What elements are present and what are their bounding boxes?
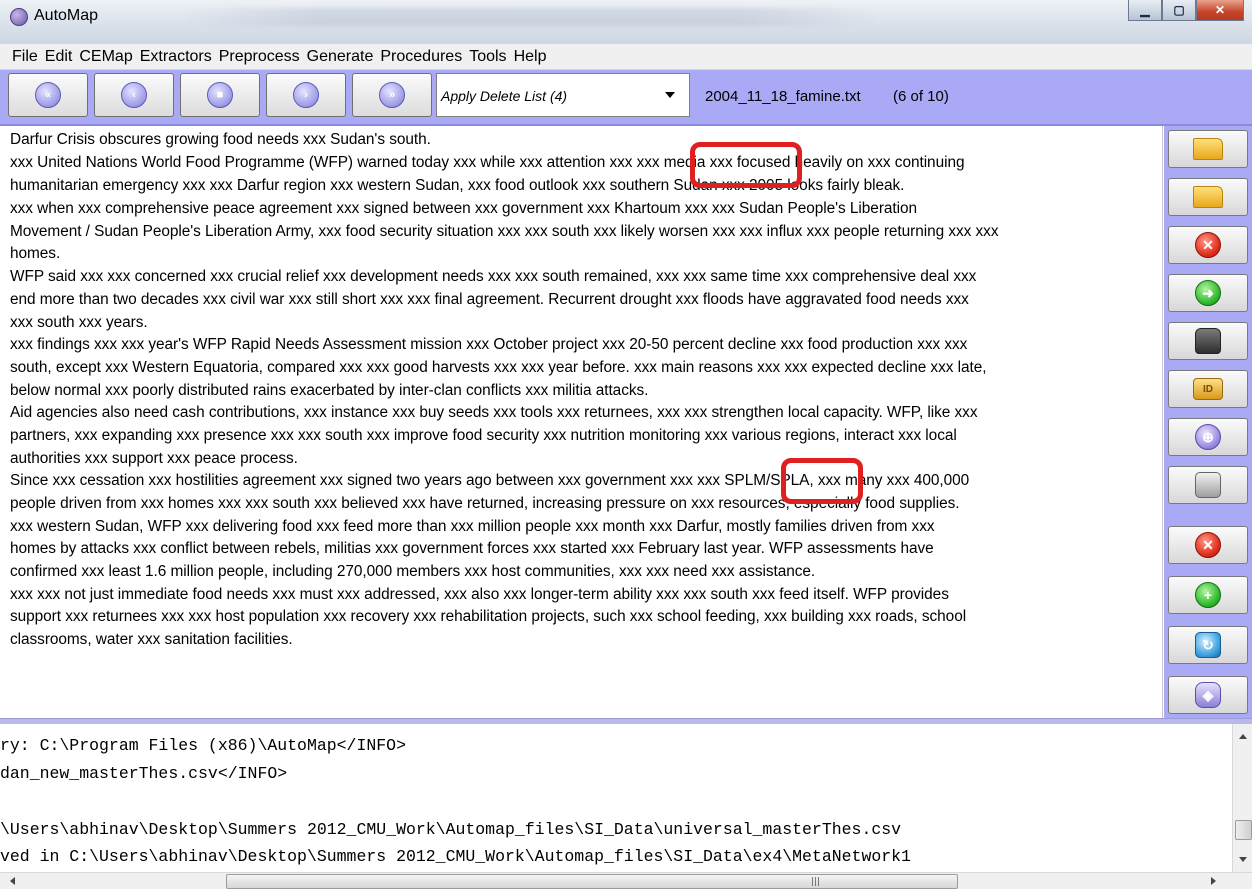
maximize-icon: ▢: [1173, 3, 1185, 17]
minimize-icon: ▁: [1140, 3, 1150, 17]
log-line: ry: C:\Program Files (x86)\AutoMap</INFO…: [0, 736, 406, 755]
network-button[interactable]: ⊕: [1168, 418, 1248, 456]
add-edit-button[interactable]: +: [1168, 576, 1248, 614]
app-icon: [10, 8, 28, 26]
last-document-button[interactable]: »: [352, 73, 432, 117]
first-document-button[interactable]: «: [8, 73, 88, 117]
menu-tools[interactable]: Tools: [469, 48, 506, 66]
log-line: ved in C:\Users\abhinav\Desktop\Summers …: [0, 847, 911, 866]
scroll-thumb[interactable]: |||: [226, 874, 958, 889]
menu-cemap[interactable]: CEMap: [79, 48, 132, 66]
menu-procedures[interactable]: Procedures: [380, 48, 462, 66]
highlight-annotation: [690, 142, 802, 188]
previous-document-button[interactable]: ‹: [94, 73, 174, 117]
document-line: xxx western Sudan, WFP xxx delivering fo…: [10, 518, 935, 535]
open-folder-button[interactable]: [1168, 130, 1248, 168]
id-badge-icon: ID: [1193, 378, 1223, 400]
document-line: xxx xxx not just immediate food needs xx…: [10, 586, 949, 603]
scroll-right-arrow-icon[interactable]: [1211, 877, 1216, 885]
refresh-button[interactable]: ↻: [1168, 626, 1248, 664]
toolbar: « ‹ ■ › » Apply Delete List (4) 2004_11_…: [0, 70, 1252, 126]
document-line: partners, xxx expanding xxx presence xxx…: [10, 427, 957, 444]
document-line: Darfur Crisis obscures growing food need…: [10, 131, 431, 148]
stop-icon: ■: [207, 82, 233, 108]
double-right-arrow-icon: »: [379, 82, 405, 108]
green-arrow-icon: ➜: [1195, 280, 1221, 306]
document-line: WFP said xxx xxx concerned xxx crucial r…: [10, 268, 977, 285]
close-icon: ✕: [1214, 3, 1226, 17]
highlight-annotation: [781, 458, 863, 504]
double-left-arrow-icon: «: [35, 82, 61, 108]
document-line: homes by attacks xxx conflict between re…: [10, 540, 934, 557]
delete-edit-button[interactable]: ✕: [1168, 526, 1248, 564]
stop-button[interactable]: ■: [180, 73, 260, 117]
delete-button[interactable]: ✕: [1168, 226, 1248, 264]
current-file-name: 2004_11_18_famine.txt: [705, 88, 861, 105]
document-line: xxx United Nations World Food Programme …: [10, 154, 965, 171]
document-text-area[interactable]: Darfur Crisis obscures growing food need…: [0, 126, 1163, 718]
network-graph-icon: ◈: [1195, 682, 1221, 708]
window-title: AutoMap: [34, 7, 99, 24]
procedure-select[interactable]: Apply Delete List (4): [436, 73, 690, 117]
lock-icon: [1195, 328, 1221, 354]
folder-search-icon: [1193, 186, 1223, 208]
log-output-panel: ry: C:\Program Files (x86)\AutoMap</INFO…: [0, 724, 1232, 872]
database-button[interactable]: [1168, 466, 1248, 504]
dropdown-arrow-icon[interactable]: [665, 92, 675, 98]
log-line: dan_new_masterThes.csv</INFO>: [0, 764, 288, 783]
log-vertical-scrollbar[interactable]: [1232, 724, 1252, 872]
scroll-left-arrow-icon[interactable]: [10, 877, 15, 885]
scroll-up-arrow-icon[interactable]: [1239, 734, 1247, 739]
id-button[interactable]: ID: [1168, 370, 1248, 408]
document-line: xxx when xxx comprehensive peace agreeme…: [10, 200, 918, 217]
document-line: confirmed xxx least 1.6 million people, …: [10, 563, 816, 580]
red-x-icon: ✕: [1195, 232, 1221, 258]
right-arrow-icon: ›: [293, 82, 319, 108]
scroll-thumb[interactable]: [1235, 820, 1252, 840]
document-line: homes.: [10, 245, 61, 262]
next-document-button[interactable]: ›: [266, 73, 346, 117]
menu-help[interactable]: Help: [514, 48, 547, 66]
document-line: Aid agencies also need cash contribution…: [10, 404, 978, 421]
left-arrow-icon: ‹: [121, 82, 147, 108]
document-line: authorities xxx support xxx peace proces…: [10, 450, 298, 467]
close-button[interactable]: ✕: [1196, 0, 1244, 21]
document-line: south, except xxx Western Equatoria, com…: [10, 359, 987, 376]
network-graph-button[interactable]: ◈: [1168, 676, 1248, 714]
document-line: xxx findings xxx xxx year's WFP Rapid Ne…: [10, 336, 968, 353]
file-position: (6 of 10): [893, 88, 949, 105]
title-bar-blurred-region: [180, 8, 880, 26]
database-icon: [1195, 472, 1221, 498]
document-line: support xxx returnees xxx xxx host popul…: [10, 608, 967, 625]
folder-open-icon: [1193, 138, 1223, 160]
grip-icon: |||: [811, 877, 821, 887]
menu-edit[interactable]: Edit: [45, 48, 73, 66]
document-line: below normal xxx poorly distributed rain…: [10, 382, 649, 399]
document-line: classrooms, water xxx sanitation facilit…: [10, 631, 293, 648]
menu-extractors[interactable]: Extractors: [140, 48, 212, 66]
window-controls: ▁ ▢ ✕: [1128, 0, 1244, 22]
document-line: Movement / Sudan People's Liberation Arm…: [10, 223, 999, 240]
open-project-button[interactable]: [1168, 178, 1248, 216]
maximize-button[interactable]: ▢: [1162, 0, 1196, 21]
green-edit-icon: +: [1195, 582, 1221, 608]
menu-bar: File Edit CEMap Extractors Preprocess Ge…: [0, 44, 1252, 70]
procedure-select-value: Apply Delete List (4): [441, 88, 568, 104]
lock-button[interactable]: [1168, 322, 1248, 360]
scroll-down-arrow-icon[interactable]: [1239, 857, 1247, 862]
title-bar: AutoMap ▁ ▢ ✕: [0, 0, 1252, 45]
menu-file[interactable]: File: [12, 48, 38, 66]
globe-network-icon: ⊕: [1195, 424, 1221, 450]
blue-refresh-icon: ↻: [1195, 632, 1221, 658]
minimize-button[interactable]: ▁: [1128, 0, 1162, 21]
document-line: end more than two decades xxx civil war …: [10, 291, 969, 308]
menu-generate[interactable]: Generate: [307, 48, 374, 66]
log-line: \Users\abhinav\Desktop\Summers 2012_CMU_…: [0, 820, 902, 839]
side-toolbar: ✕ ➜ ID ⊕ ✕ + ↻ ◈: [1164, 126, 1252, 720]
forward-button[interactable]: ➜: [1168, 274, 1248, 312]
menu-preprocess[interactable]: Preprocess: [219, 48, 300, 66]
red-x-edit-icon: ✕: [1195, 532, 1221, 558]
document-line: xxx south xxx years.: [10, 314, 148, 331]
log-horizontal-scrollbar[interactable]: |||: [0, 872, 1252, 889]
